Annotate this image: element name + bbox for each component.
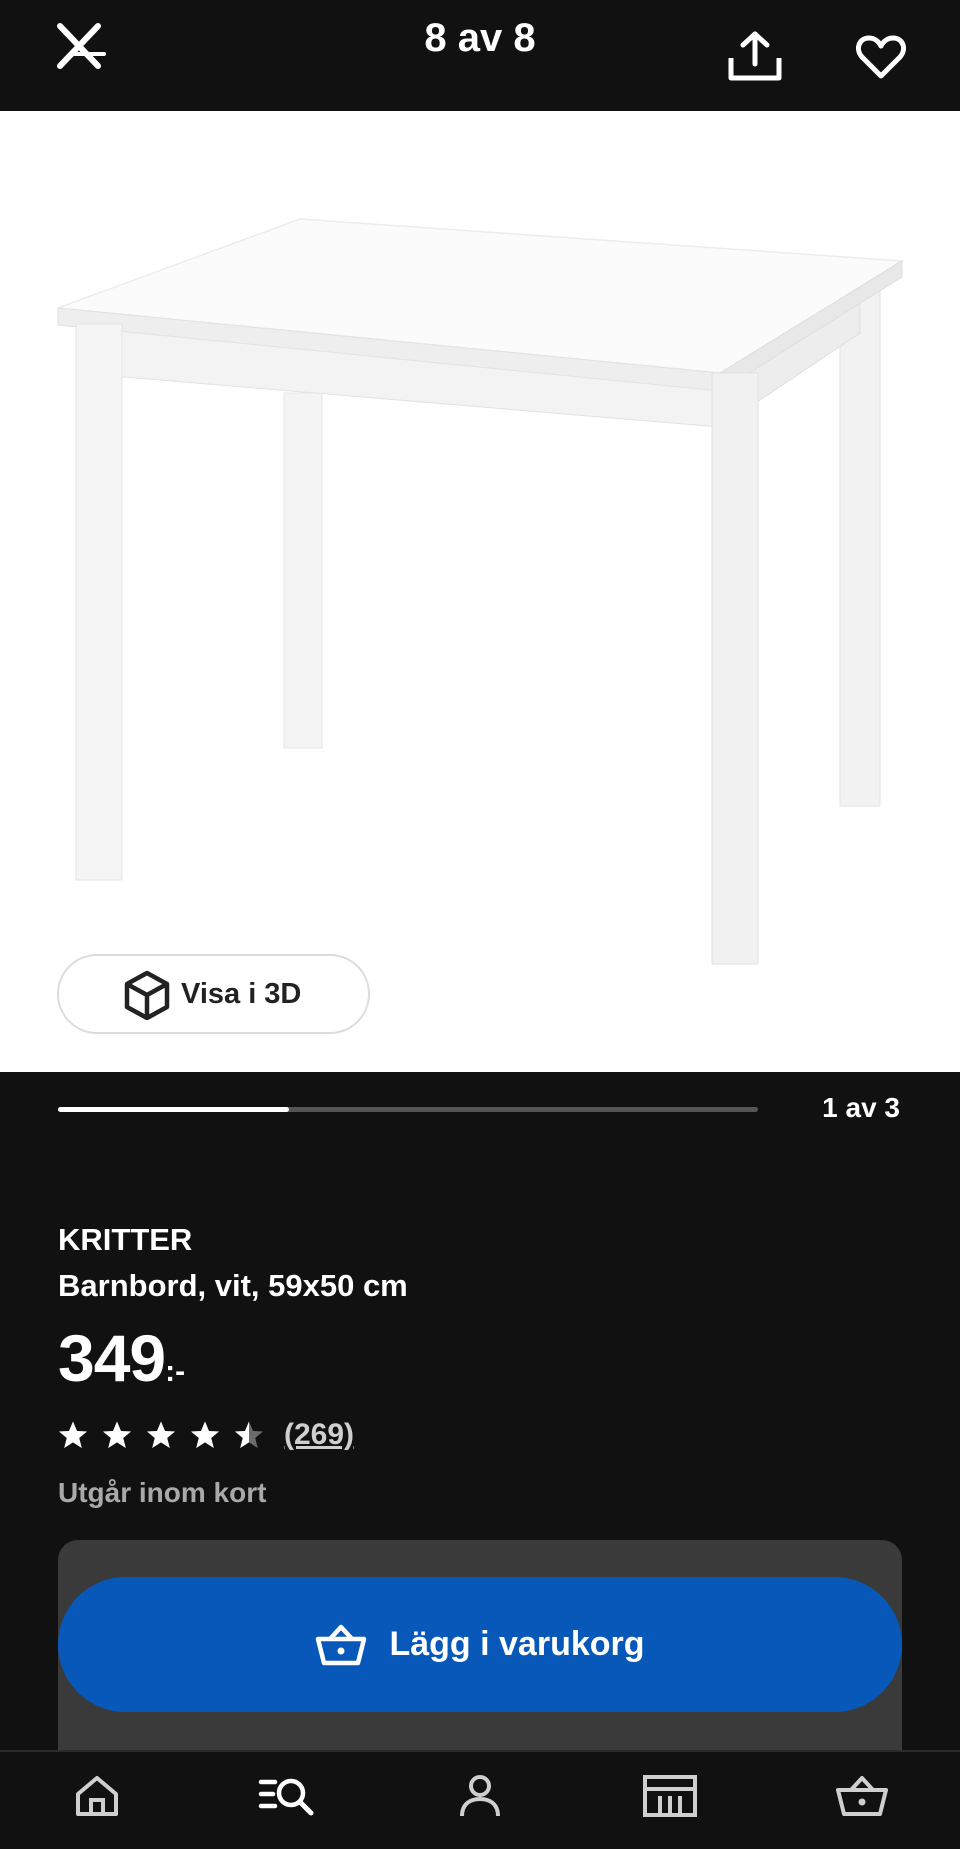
store-icon	[643, 1775, 697, 1817]
product-image-gallery[interactable]: Visa i 3D	[0, 111, 960, 1072]
view-in-3d-button[interactable]: Visa i 3D	[57, 954, 370, 1034]
share-icon[interactable]	[726, 30, 784, 84]
heart-icon[interactable]	[856, 34, 906, 80]
price-value: 349	[58, 1321, 166, 1395]
star-full-icon	[59, 1421, 87, 1448]
slide-counter: 1 av 3	[822, 1092, 900, 1123]
nav-home[interactable]	[62, 1766, 132, 1826]
bottom-navigation	[0, 1750, 960, 1849]
availability-status: Utgår inom kort	[58, 1477, 267, 1508]
profile-icon	[460, 1775, 500, 1817]
nav-store[interactable]	[635, 1766, 705, 1826]
view-in-3d-label: Visa i 3D	[181, 977, 302, 1010]
basket-icon	[836, 1776, 888, 1816]
product-price: 349:-	[58, 1320, 185, 1396]
search-list-icon	[258, 1778, 314, 1816]
product-rating[interactable]: (269)	[58, 1415, 354, 1455]
gallery-progress-fill	[58, 1107, 289, 1112]
nav-profile[interactable]	[445, 1766, 515, 1826]
review-count-link[interactable]: (269)	[284, 1418, 354, 1452]
basket-icon	[316, 1624, 367, 1665]
cube-3d-icon	[124, 970, 170, 1020]
nav-basket[interactable]	[827, 1766, 897, 1826]
star-full-icon	[147, 1421, 175, 1448]
add-to-cart-label: Lägg i varukorg	[389, 1625, 645, 1663]
product-image-table	[57, 218, 905, 965]
top-bar: 8 av 8	[0, 0, 960, 111]
price-suffix: :-	[165, 1355, 186, 1388]
gallery-progress-bar	[58, 1107, 758, 1112]
nav-search[interactable]	[252, 1766, 322, 1826]
star-full-icon	[191, 1421, 219, 1448]
add-to-cart-button[interactable]: Lägg i varukorg	[58, 1577, 902, 1712]
product-name: KRITTER	[58, 1222, 193, 1257]
product-description: Barnbord, vit, 59x50 cm	[58, 1268, 408, 1303]
image-counter: 8 av 8	[424, 16, 536, 60]
rating-stars	[58, 1420, 264, 1450]
star-full-icon	[103, 1421, 131, 1448]
home-icon	[76, 1776, 118, 1816]
star-half-icon	[235, 1421, 263, 1448]
